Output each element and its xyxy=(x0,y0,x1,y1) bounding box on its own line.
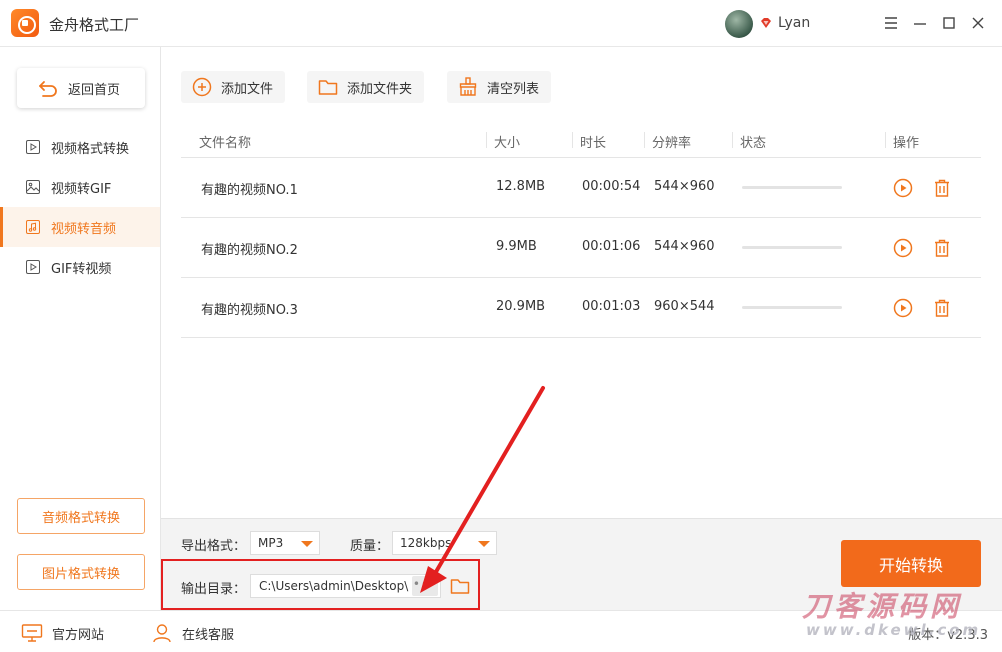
online-support-label: 在线客服 xyxy=(182,627,235,643)
play-icon[interactable] xyxy=(892,177,914,199)
file-size: 12.8MB xyxy=(496,179,546,194)
sidebar-item-label: 视频转GIF xyxy=(51,181,112,197)
sidebar-item-label: 视频格式转换 xyxy=(51,141,130,157)
progress-bar xyxy=(742,246,842,249)
play-icon[interactable] xyxy=(892,237,914,259)
column-separator xyxy=(572,132,573,148)
menu-icon[interactable] xyxy=(881,13,901,33)
format-label: 导出格式： xyxy=(181,539,247,554)
file-table-header: 文件名称 大小 时长 分辨率 状态 操作 xyxy=(181,124,981,158)
table-row[interactable]: 有趣的视频NO.3 20.9MB 00:01:03 960×544 xyxy=(181,278,981,338)
folder-icon xyxy=(318,80,338,95)
sidebar-item-video-to-gif[interactable]: 视频转GIF xyxy=(0,167,160,207)
file-size: 9.9MB xyxy=(496,239,537,254)
column-header-size[interactable]: 大小 xyxy=(494,132,520,151)
column-separator xyxy=(885,132,886,148)
sidebar-item-video-format[interactable]: 视频格式转换 xyxy=(0,127,160,167)
audio-format-convert-button[interactable]: 音频格式转换 xyxy=(17,498,145,534)
sidebar-item-gif-to-video[interactable]: GIF转视频 xyxy=(0,247,160,287)
column-header-actions[interactable]: 操作 xyxy=(893,132,919,151)
file-size: 20.9MB xyxy=(496,299,546,314)
video-file-icon xyxy=(26,260,40,274)
format-select-value: MP3 xyxy=(258,536,284,550)
add-circle-icon xyxy=(192,77,212,97)
file-name: 有趣的视频NO.1 xyxy=(201,183,298,198)
sidebar: 返回首页 视频格式转换 视频转GIF 视频转音频 GIF转视频 音频格式转换 图… xyxy=(0,47,161,610)
app-logo-icon xyxy=(11,9,39,37)
file-resolution: 544×960 xyxy=(654,239,715,254)
user-avatar[interactable] xyxy=(725,10,753,38)
file-duration: 00:01:03 xyxy=(582,299,641,314)
progress-bar xyxy=(742,186,842,189)
file-name: 有趣的视频NO.3 xyxy=(201,303,298,318)
music-file-icon xyxy=(26,220,40,234)
file-duration: 00:01:06 xyxy=(582,239,641,254)
add-folder-button[interactable]: 添加文件夹 xyxy=(307,71,425,103)
online-support-link[interactable]: 在线客服 xyxy=(151,623,234,643)
column-header-duration[interactable]: 时长 xyxy=(580,132,606,151)
progress-bar xyxy=(742,306,842,309)
app-title: 金舟格式工厂 xyxy=(49,16,140,34)
watermark: 刀客源码网 www.dkewl.com xyxy=(802,585,981,639)
watermark-line-1: 刀客源码网 xyxy=(802,590,963,623)
table-row[interactable]: 有趣的视频NO.2 9.9MB 00:01:06 544×960 xyxy=(181,218,981,278)
chevron-down-icon xyxy=(301,541,313,547)
watermark-line-2: www.dkewl.com xyxy=(806,621,982,639)
trash-icon[interactable] xyxy=(931,177,953,199)
title-bar: 金舟格式工厂 Lyan xyxy=(0,0,1002,47)
file-resolution: 960×544 xyxy=(654,299,715,314)
trash-icon[interactable] xyxy=(931,237,953,259)
column-header-status[interactable]: 状态 xyxy=(740,132,766,151)
add-file-label: 添加文件 xyxy=(221,81,274,97)
quality-select[interactable]: 128kbps xyxy=(392,531,497,555)
user-name[interactable]: Lyan xyxy=(778,15,810,31)
close-icon[interactable] xyxy=(968,13,988,33)
vip-diamond-icon xyxy=(761,18,771,28)
sidebar-item-label: 视频转音频 xyxy=(51,221,117,237)
clear-list-label: 清空列表 xyxy=(487,81,540,97)
play-icon[interactable] xyxy=(892,297,914,319)
chevron-down-icon xyxy=(478,541,490,547)
person-icon xyxy=(153,624,171,643)
quality-label: 质量： xyxy=(350,539,390,554)
trash-icon[interactable] xyxy=(931,297,953,319)
column-separator xyxy=(486,132,487,148)
maximize-icon[interactable] xyxy=(939,13,959,33)
column-separator xyxy=(644,132,645,148)
image-format-convert-button[interactable]: 图片格式转换 xyxy=(17,554,145,590)
broom-icon xyxy=(459,77,477,96)
annotation-highlight-box xyxy=(161,559,480,610)
back-arrow-icon xyxy=(39,81,57,97)
add-file-button[interactable]: 添加文件 xyxy=(181,71,286,103)
column-separator xyxy=(732,132,733,148)
minimize-icon[interactable] xyxy=(910,13,930,33)
file-duration: 00:00:54 xyxy=(582,179,641,194)
file-name: 有趣的视频NO.2 xyxy=(201,243,298,258)
file-resolution: 544×960 xyxy=(654,179,715,194)
back-home-button[interactable]: 返回首页 xyxy=(17,68,145,108)
image-icon xyxy=(26,180,40,194)
official-website-label: 官方网站 xyxy=(52,627,105,643)
quality-select-value: 128kbps xyxy=(400,536,452,550)
column-header-name[interactable]: 文件名称 xyxy=(199,132,251,151)
sidebar-item-label: GIF转视频 xyxy=(51,261,112,277)
monitor-icon xyxy=(21,624,43,642)
sidebar-item-video-to-audio[interactable]: 视频转音频 xyxy=(0,207,160,247)
add-folder-label: 添加文件夹 xyxy=(347,81,413,97)
clear-list-button[interactable]: 清空列表 xyxy=(447,71,552,103)
format-select[interactable]: MP3 xyxy=(250,531,320,555)
back-home-label: 返回首页 xyxy=(68,82,121,98)
start-convert-button[interactable]: 开始转换 xyxy=(841,540,981,587)
column-header-resolution[interactable]: 分辨率 xyxy=(652,132,691,151)
video-file-icon xyxy=(26,140,40,154)
official-website-link[interactable]: 官方网站 xyxy=(21,623,104,643)
table-row[interactable]: 有趣的视频NO.1 12.8MB 00:00:54 544×960 xyxy=(181,158,981,218)
